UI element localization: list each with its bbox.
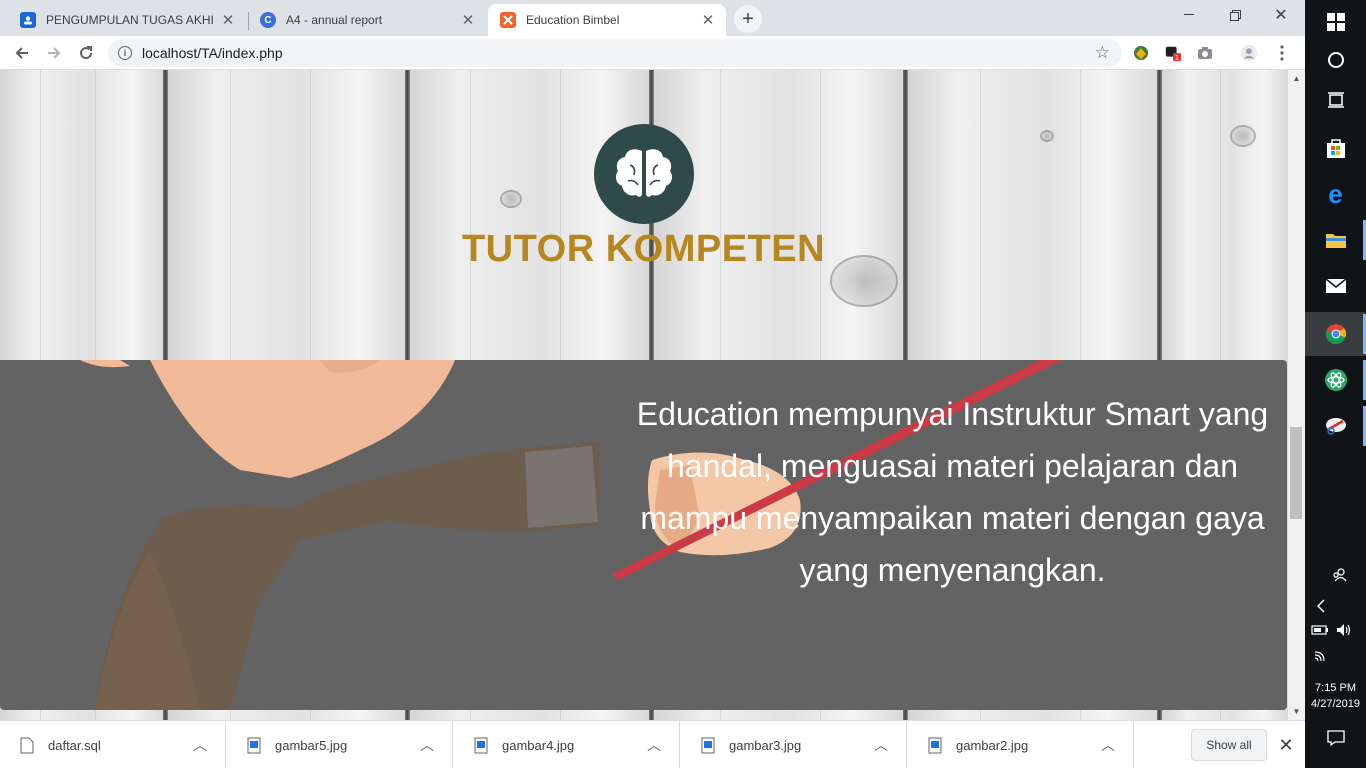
battery-icon[interactable] xyxy=(1311,621,1329,639)
tab-education-bimbel[interactable]: Education Bimbel ✕ xyxy=(488,4,726,36)
section-heading: TUTOR KOMPETEN xyxy=(461,228,826,270)
edge-icon: e xyxy=(1328,178,1343,209)
task-view-button[interactable] xyxy=(1305,78,1366,122)
forward-button[interactable] xyxy=(39,38,69,68)
canva-icon: C xyxy=(260,12,276,28)
xampp-icon xyxy=(500,12,516,28)
tab-title: A4 - annual report xyxy=(286,13,383,27)
browser-toolbar: i localhost/TA/index.php ☆ 1 xyxy=(0,36,1305,70)
taskbar-snipping[interactable] xyxy=(1305,404,1366,448)
image-file-icon xyxy=(474,737,488,753)
download-item[interactable]: gambar4.jpg ︿ xyxy=(454,721,680,768)
tab-strip: PENGUMPULAN TUGAS AKHIR W ✕ C A4 - annua… xyxy=(0,0,1305,36)
download-item[interactable]: gambar2.jpg ︿ xyxy=(908,721,1134,768)
download-filename: gambar2.jpg xyxy=(956,737,1029,753)
cortana-circle-icon xyxy=(1327,52,1344,68)
download-item[interactable]: gambar5.jpg ︿ xyxy=(227,721,453,768)
close-window-button[interactable]: ✕ xyxy=(1258,0,1304,30)
scroll-down-arrow[interactable]: ▼ xyxy=(1288,703,1305,720)
clock-time: 7:15 PM xyxy=(1315,682,1356,694)
wifi-icon[interactable] xyxy=(1312,647,1330,665)
snipping-tool-icon xyxy=(1325,418,1346,435)
tab-a4-annual-report[interactable]: C A4 - annual report ✕ xyxy=(248,4,486,36)
camera-icon[interactable] xyxy=(1196,44,1214,62)
brain-icon xyxy=(615,149,673,201)
new-tab-button[interactable]: + xyxy=(734,5,762,33)
classroom-icon xyxy=(20,12,36,28)
notification-icon xyxy=(1326,730,1345,746)
page-viewport: TUTOR KOMPETEN Education mempunyai Instr… xyxy=(0,70,1288,720)
volume-icon[interactable] xyxy=(1335,621,1353,639)
bookmark-star-icon[interactable]: ☆ xyxy=(1095,43,1110,63)
address-bar[interactable]: i localhost/TA/index.php ☆ xyxy=(108,39,1122,67)
extension-globe-icon[interactable] xyxy=(1132,44,1150,62)
action-center-button[interactable] xyxy=(1305,716,1366,760)
info-icon[interactable]: i xyxy=(118,46,132,60)
close-shelf-icon[interactable]: ✕ xyxy=(1274,733,1298,757)
wood-knot xyxy=(500,190,522,208)
close-icon[interactable]: ✕ xyxy=(220,12,236,29)
taskbar-edge[interactable]: e xyxy=(1305,172,1366,216)
reload-button[interactable] xyxy=(71,38,101,68)
image-file-icon xyxy=(928,737,942,753)
chevron-up-icon[interactable]: ︿ xyxy=(1093,730,1123,760)
scrollbar-thumb[interactable] xyxy=(1290,427,1302,519)
taskbar-chrome[interactable] xyxy=(1305,312,1366,356)
chevron-up-icon[interactable]: ︿ xyxy=(185,730,215,760)
download-item[interactable]: daftar.sql ︿ xyxy=(0,721,226,768)
svg-text:1: 1 xyxy=(1175,53,1180,62)
brain-badge xyxy=(594,124,694,224)
tutor-description: Education mempunyai Instruktur Smart yan… xyxy=(636,396,1269,588)
task-view-icon xyxy=(1327,92,1344,108)
folder-icon xyxy=(1325,234,1346,248)
wood-knot xyxy=(1040,130,1054,142)
download-filename: gambar4.jpg xyxy=(502,737,575,753)
image-file-icon xyxy=(247,737,261,753)
tab-title: Education Bimbel xyxy=(526,13,620,27)
wood-knot xyxy=(1230,125,1256,147)
atom-icon xyxy=(1324,369,1347,391)
download-filename: gambar5.jpg xyxy=(275,737,348,753)
mail-icon xyxy=(1325,278,1346,293)
close-icon[interactable]: ✕ xyxy=(700,12,716,29)
taskbar-atom[interactable] xyxy=(1305,358,1366,402)
tab-pengumpulan[interactable]: PENGUMPULAN TUGAS AKHIR W ✕ xyxy=(8,4,246,36)
close-icon[interactable]: ✕ xyxy=(460,12,476,29)
windows-taskbar: e xyxy=(1305,0,1366,768)
chevron-up-icon[interactable]: ︿ xyxy=(866,730,896,760)
back-button[interactable] xyxy=(7,38,37,68)
file-icon xyxy=(20,737,34,753)
image-file-icon xyxy=(701,737,715,753)
chevron-left-icon[interactable] xyxy=(1312,597,1330,615)
windows-logo-icon xyxy=(1326,13,1345,31)
taskbar-store[interactable] xyxy=(1305,126,1366,170)
taskbar-mail[interactable] xyxy=(1305,264,1366,308)
download-filename: gambar3.jpg xyxy=(729,737,802,753)
tab-title: PENGUMPULAN TUGAS AKHIR W xyxy=(46,13,214,27)
chevron-up-icon[interactable]: ︿ xyxy=(412,730,442,760)
show-all-button[interactable]: Show all xyxy=(1191,729,1267,761)
minimize-button[interactable] xyxy=(1166,0,1212,30)
menu-kebab-icon[interactable] xyxy=(1273,44,1291,62)
store-bag-icon xyxy=(1326,139,1345,158)
restore-button[interactable] xyxy=(1212,0,1258,30)
download-shelf: daftar.sql ︿ gambar5.jpg ︿ gambar4.jpg ︿… xyxy=(0,720,1305,768)
system-clock[interactable]: 7:15 PM 4/27/2019 xyxy=(1305,680,1366,712)
profile-avatar-icon[interactable] xyxy=(1240,44,1258,62)
cortana-button[interactable] xyxy=(1305,38,1366,82)
page-scrollbar[interactable] xyxy=(1288,70,1305,720)
chevron-up-icon[interactable]: ︿ xyxy=(639,730,669,760)
taskbar-file-explorer[interactable] xyxy=(1305,218,1366,262)
people-icon[interactable] xyxy=(1330,566,1348,584)
url-text: localhost/TA/index.php xyxy=(142,45,283,61)
download-filename: daftar.sql xyxy=(48,737,101,753)
scroll-up-arrow[interactable]: ▲ xyxy=(1288,70,1305,87)
chrome-icon xyxy=(1325,324,1346,344)
extension-badge-icon[interactable]: 1 xyxy=(1164,44,1182,62)
download-item[interactable]: gambar3.jpg ︿ xyxy=(681,721,907,768)
clock-date: 4/27/2019 xyxy=(1311,698,1360,710)
tutor-panel: Education mempunyai Instruktur Smart yan… xyxy=(0,360,1287,710)
